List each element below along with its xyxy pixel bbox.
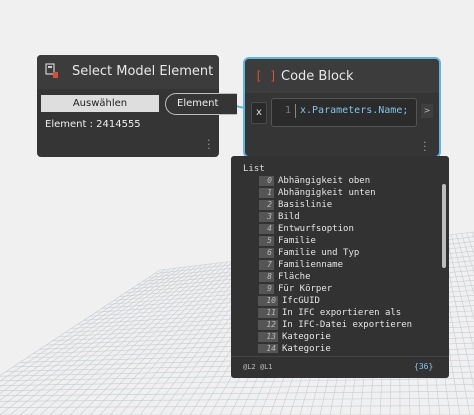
- watch-preview-panel[interactable]: List 0 Abhängigkeit oben 1 Abhängigkeit unt…: [231, 156, 449, 378]
- element-id-label: Element : 2414555: [45, 119, 141, 130]
- list-item: 0 Abhängigkeit oben: [231, 175, 431, 187]
- item-count-label: {36}: [414, 362, 434, 371]
- list-item-value: Fläche: [278, 272, 311, 282]
- list-item-index: 1: [259, 188, 274, 198]
- node-menu-dots-icon[interactable]: · · ·: [207, 135, 211, 154]
- list-item: 1 Abhängigkeit unten: [231, 187, 431, 199]
- list-item-value: Kategorie: [282, 332, 331, 342]
- list-item-index: 10: [258, 296, 278, 306]
- list-item: 7 Familienname: [231, 259, 431, 271]
- preview-list[interactable]: 0 Abhängigkeit oben 1 Abhängigkeit unten 2 Ba…: [231, 175, 441, 353]
- list-item: 3 Bild: [231, 211, 431, 223]
- output-port-element[interactable]: Element: [165, 93, 237, 115]
- list-item-index: 11: [258, 308, 278, 318]
- divider: [231, 356, 449, 357]
- list-item: 8 Fläche: [231, 271, 431, 283]
- list-item-index: 4: [259, 224, 274, 234]
- list-item-value: IfcGUID: [282, 296, 320, 306]
- node-title: Code Block: [281, 69, 354, 84]
- code-block-node[interactable]: [ ] Code Block x 1 x.Parameters.Name; > …: [243, 57, 441, 158]
- input-port-x[interactable]: x: [251, 102, 267, 124]
- scrollbar[interactable]: [442, 184, 446, 268]
- list-item-index: 7: [259, 260, 274, 270]
- workspace-canvas[interactable]: Select Model Element Auswählen Element E…: [0, 0, 474, 415]
- select-button[interactable]: Auswählen: [41, 95, 159, 112]
- list-item-value: Familienname: [278, 260, 344, 270]
- list-item-index: 0: [259, 176, 274, 186]
- list-item-index: 6: [259, 248, 274, 258]
- node-menu-dots-icon[interactable]: · · ·: [423, 137, 427, 156]
- node-header[interactable]: Select Model Element: [37, 55, 219, 89]
- node-header[interactable]: [ ] Code Block: [245, 59, 439, 93]
- node-title: Select Model Element: [72, 64, 214, 79]
- list-item-value: Familie: [278, 236, 316, 246]
- list-item-value: Basislinie: [278, 200, 333, 210]
- list-item: 9 Für Körper: [231, 283, 431, 295]
- list-levels-label: @L2 @L1: [243, 363, 273, 371]
- list-item-value: Familie und Typ: [278, 248, 360, 258]
- list-item-index: 2: [259, 200, 274, 210]
- list-item-index: 8: [259, 272, 274, 282]
- list-item-value: In IFC-Datei exportieren: [282, 320, 413, 330]
- list-item: 13 Kategorie: [231, 331, 431, 343]
- list-item: 5 Familie: [231, 235, 431, 247]
- list-item: 14 Kategorie: [231, 343, 431, 353]
- list-item-value: Bild: [278, 212, 300, 222]
- list-item-index: 5: [259, 236, 274, 246]
- list-item-index: 9: [259, 284, 274, 294]
- list-item-value: In IFC exportieren als: [282, 308, 402, 318]
- list-item: 6 Familie und Typ: [231, 247, 431, 259]
- code-text[interactable]: x.Parameters.Name;: [300, 105, 408, 116]
- list-item-value: Abhängigkeit unten: [278, 188, 376, 198]
- list-item-value: Abhängigkeit oben: [278, 176, 371, 186]
- list-item-index: 13: [258, 332, 278, 342]
- list-header: List: [243, 164, 265, 174]
- list-item: 2 Basislinie: [231, 199, 431, 211]
- editor-gutter-line: [295, 104, 296, 118]
- code-editor[interactable]: 1 x.Parameters.Name;: [271, 98, 417, 127]
- select-model-element-node[interactable]: Select Model Element Auswählen Element E…: [37, 55, 237, 157]
- list-item-value: Entwurfsoption: [278, 224, 354, 234]
- list-item-index: 14: [258, 344, 278, 353]
- list-item: 12 In IFC-Datei exportieren: [231, 319, 431, 331]
- select-model-element-icon: [45, 63, 58, 78]
- list-item-index: 3: [259, 212, 274, 222]
- list-item: 4 Entwurfsoption: [231, 223, 431, 235]
- list-item-value: Für Körper: [278, 284, 333, 294]
- code-block-icon: [ ]: [255, 69, 277, 83]
- list-item-value: Kategorie: [282, 344, 331, 353]
- list-item: 10 IfcGUID: [231, 295, 431, 307]
- list-item: 11 In IFC exportieren als: [231, 307, 431, 319]
- output-port[interactable]: >: [421, 104, 433, 118]
- list-item-index: 12: [258, 320, 278, 330]
- line-number: 1: [285, 105, 292, 116]
